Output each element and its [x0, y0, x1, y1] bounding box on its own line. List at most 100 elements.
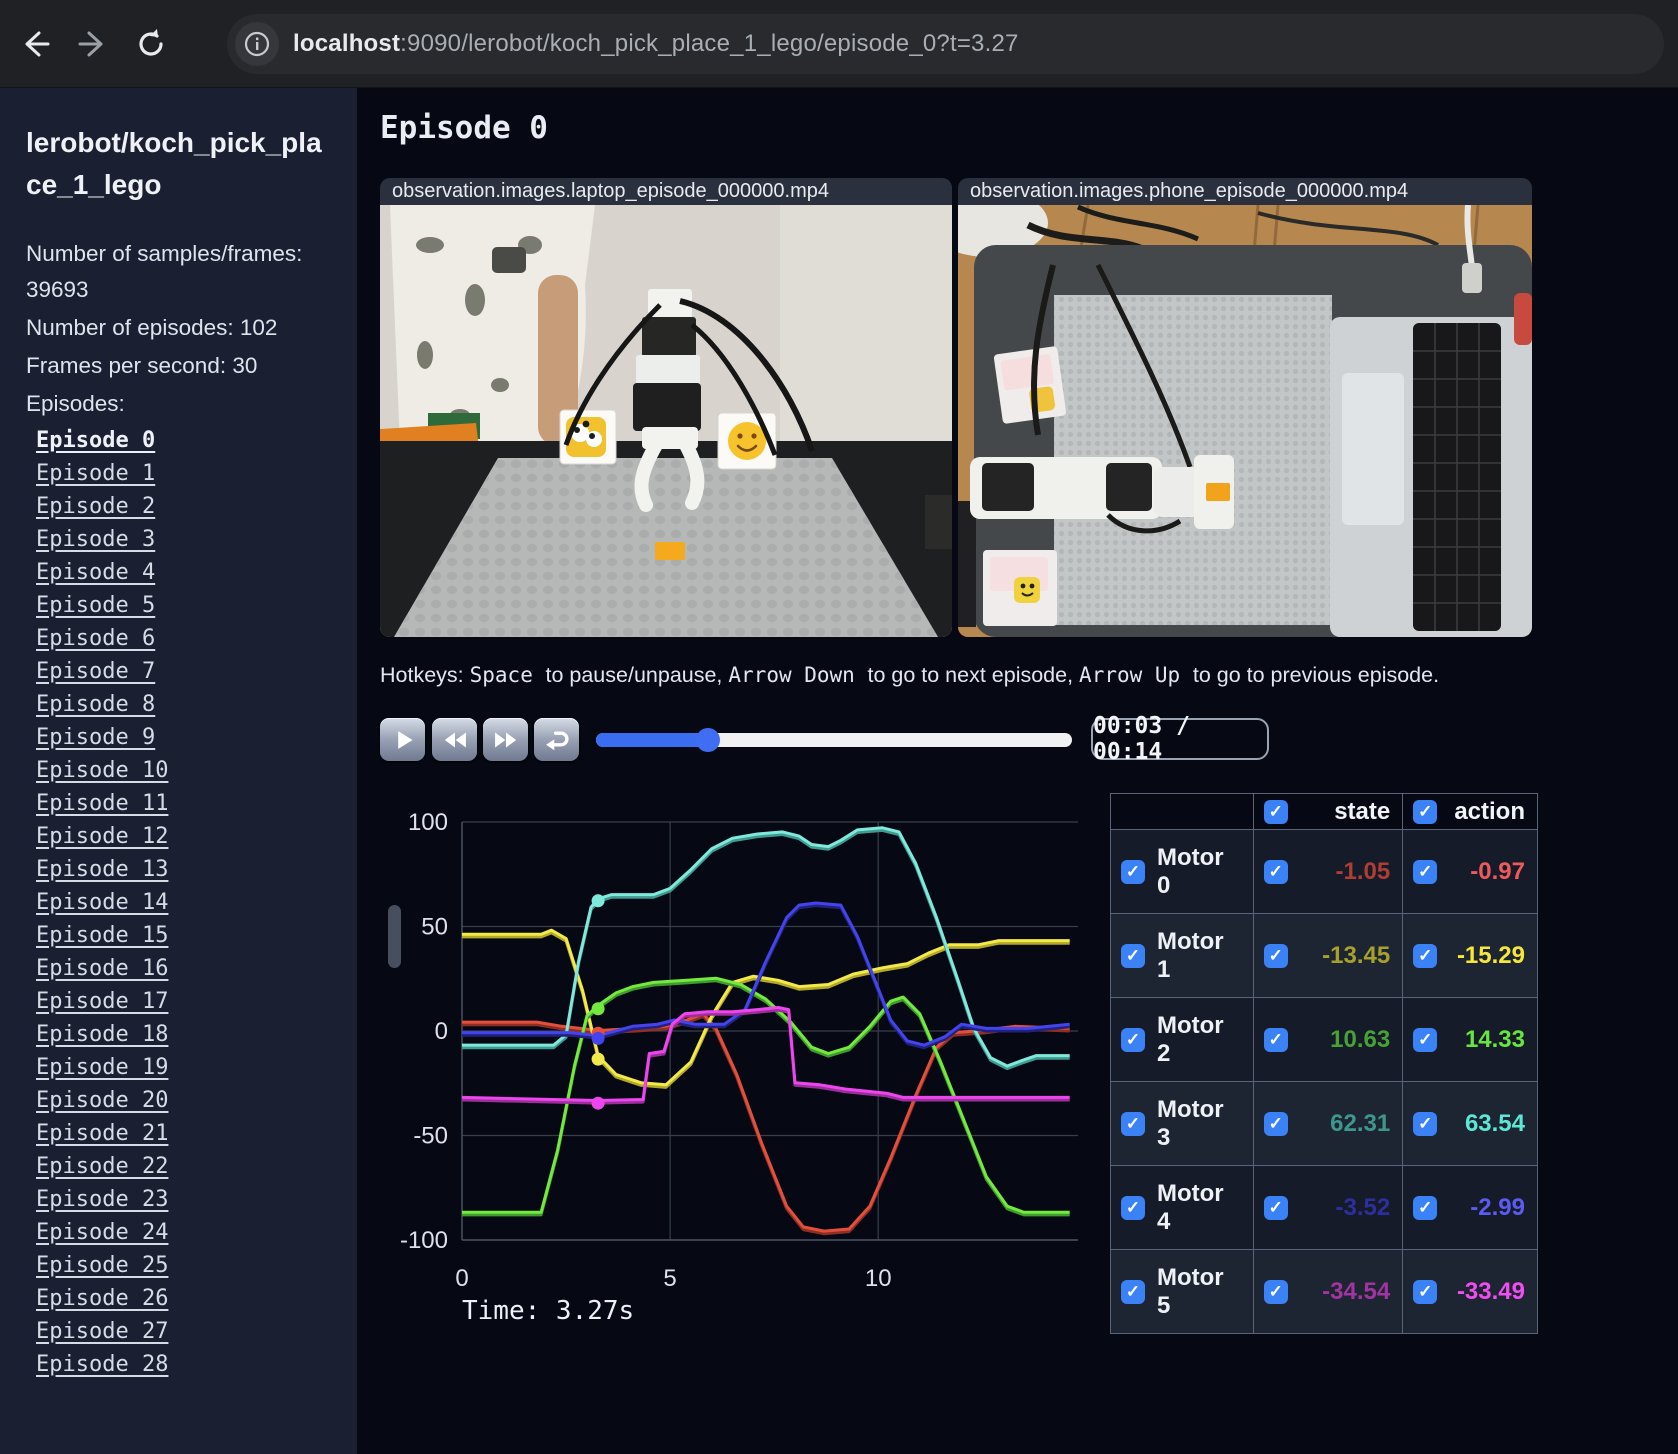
video-title-laptop: observation.images.laptop_episode_000000…: [380, 178, 952, 205]
action-column-checkbox[interactable]: [1413, 799, 1438, 824]
video-frame-phone[interactable]: [958, 205, 1532, 637]
episode-link[interactable]: Episode 4: [26, 556, 331, 589]
chart-svg: 100 50 0 -50 -100 0 5 10: [400, 809, 1078, 1292]
action-value: -0.97: [1470, 857, 1525, 885]
state-column-checkbox[interactable]: [1263, 799, 1288, 824]
table-row: Motor 1 -13.45 -15.29: [1110, 913, 1538, 998]
action-cell-checkbox[interactable]: [1413, 1279, 1438, 1304]
action-cell-checkbox[interactable]: [1413, 859, 1438, 884]
motor-label: Motor 0: [1157, 843, 1224, 899]
episode-link[interactable]: Episode 18: [26, 1018, 331, 1051]
seek-slider[interactable]: [596, 728, 1072, 752]
episode-link[interactable]: Episode 26: [26, 1282, 331, 1315]
episode-link[interactable]: Episode 23: [26, 1183, 331, 1216]
state-cell-checkbox[interactable]: [1263, 1111, 1288, 1136]
episode-link[interactable]: Episode 8: [26, 688, 331, 721]
motor-chart[interactable]: 100 50 0 -50 -100 0 5 10: [378, 788, 1092, 1298]
episode-link[interactable]: Episode 15: [26, 919, 331, 952]
table-row: Motor 5 -34.54 -33.49: [1110, 1249, 1538, 1334]
motor-row-checkbox[interactable]: [1121, 1195, 1145, 1220]
motor-row-checkbox[interactable]: [1121, 1279, 1145, 1304]
episode-link[interactable]: Episode 16: [26, 952, 331, 985]
header-empty-cell: [1110, 793, 1254, 830]
episode-link[interactable]: Episode 19: [26, 1051, 331, 1084]
back-arrow-icon: [25, 31, 50, 56]
site-info-button[interactable]: [235, 22, 279, 66]
action-cell-checkbox[interactable]: [1413, 1195, 1438, 1220]
red-object: [1514, 293, 1532, 345]
episode-link[interactable]: Episode 0: [26, 424, 331, 457]
state-cell-checkbox[interactable]: [1263, 1027, 1288, 1052]
video-panel-phone[interactable]: observation.images.phone_episode_000000.…: [958, 178, 1532, 637]
motor-table: state action Motor 0 -1.05 -0.97 Motor 1…: [1110, 793, 1538, 1334]
episode-link[interactable]: Episode 7: [26, 655, 331, 688]
svg-text:10: 10: [865, 1265, 892, 1292]
svg-text:50: 50: [421, 914, 448, 941]
seek-slider-thumb[interactable]: [695, 728, 720, 752]
episode-link[interactable]: Episode 28: [26, 1348, 331, 1381]
episode-link[interactable]: Episode 6: [26, 622, 331, 655]
episode-link[interactable]: Episode 11: [26, 787, 331, 820]
back-button[interactable]: [12, 21, 58, 67]
seek-slider-fill: [596, 733, 708, 747]
motor-row-checkbox[interactable]: [1121, 1027, 1145, 1052]
motor-row-checkbox[interactable]: [1121, 943, 1145, 968]
episode-link[interactable]: Episode 12: [26, 820, 331, 853]
table-row: Motor 3 62.31 63.54: [1110, 1081, 1538, 1166]
url-host: localhost: [293, 30, 401, 57]
episode-link[interactable]: Episode 22: [26, 1150, 331, 1183]
hotkeys-prefix: Hotkeys:: [380, 663, 470, 687]
video-title-phone: observation.images.phone_episode_000000.…: [958, 178, 1532, 205]
info-icon: [244, 31, 270, 57]
action-cell-checkbox[interactable]: [1413, 1027, 1438, 1052]
reload-button[interactable]: [128, 21, 174, 67]
action-cell-checkbox[interactable]: [1413, 943, 1438, 968]
episode-list: Episode 0 Episode 1 Episode 2 Episode 3 …: [26, 424, 331, 1381]
episode-link[interactable]: Episode 2: [26, 490, 331, 523]
loop-button[interactable]: [534, 718, 579, 761]
episode-link[interactable]: Episode 1: [26, 457, 331, 490]
action-cell-checkbox[interactable]: [1413, 1111, 1438, 1136]
forward-arrow-icon: [78, 31, 103, 56]
episode-link[interactable]: Episode 3: [26, 523, 331, 556]
state-cell-checkbox[interactable]: [1263, 1279, 1288, 1304]
svg-text:0: 0: [435, 1018, 448, 1045]
fast-forward-button[interactable]: [483, 718, 528, 761]
episode-link[interactable]: Episode 20: [26, 1084, 331, 1117]
time-display: 00:03 / 00:14: [1091, 713, 1269, 765]
episode-link[interactable]: Episode 14: [26, 886, 331, 919]
state-cell-checkbox[interactable]: [1263, 1195, 1288, 1220]
table-row: Motor 4 -3.52 -2.99: [1110, 1165, 1538, 1250]
hotkeys-help: Hotkeys: Space to pause/unpause, Arrow D…: [380, 663, 1439, 688]
video-frame-laptop[interactable]: [380, 205, 952, 637]
episode-link[interactable]: Episode 25: [26, 1249, 331, 1282]
action-value: -33.49: [1456, 1277, 1525, 1305]
motor-label: Motor 2: [1157, 1011, 1224, 1067]
rewind-button[interactable]: [432, 718, 477, 761]
play-button[interactable]: [380, 718, 425, 761]
background-object: [925, 495, 952, 549]
motor-row-checkbox[interactable]: [1121, 1111, 1145, 1136]
state-value: -3.52: [1335, 1193, 1391, 1221]
reload-icon: [139, 28, 163, 56]
video-panel-laptop[interactable]: observation.images.laptop_episode_000000…: [380, 178, 952, 637]
forward-button[interactable]: [70, 21, 116, 67]
action-value: 14.33: [1464, 1025, 1525, 1053]
episode-link[interactable]: Episode 5: [26, 589, 331, 622]
page: localhost:9090/lerobot/koch_pick_place_1…: [0, 0, 1678, 1454]
motor-row-checkbox[interactable]: [1121, 859, 1145, 884]
episode-link[interactable]: Episode 13: [26, 853, 331, 886]
address-bar[interactable]: localhost:9090/lerobot/koch_pick_place_1…: [227, 14, 1664, 74]
table-row: Motor 2 10.63 14.33: [1110, 997, 1538, 1082]
hotkey-arrow-down: Arrow Down: [728, 663, 868, 687]
episode-link[interactable]: Episode 17: [26, 985, 331, 1018]
rewind-icon: [444, 732, 466, 747]
sidebar: lerobot/koch_pick_place_1_lego Number of…: [0, 88, 357, 1454]
state-value: 10.63: [1330, 1025, 1391, 1053]
episode-link[interactable]: Episode 27: [26, 1315, 331, 1348]
episode-link[interactable]: Episode 24: [26, 1216, 331, 1249]
state-cell-checkbox[interactable]: [1263, 943, 1288, 968]
episode-link[interactable]: Episode 21: [26, 1117, 331, 1150]
state-cell-checkbox[interactable]: [1263, 859, 1288, 884]
action-value: -2.99: [1470, 1193, 1525, 1221]
